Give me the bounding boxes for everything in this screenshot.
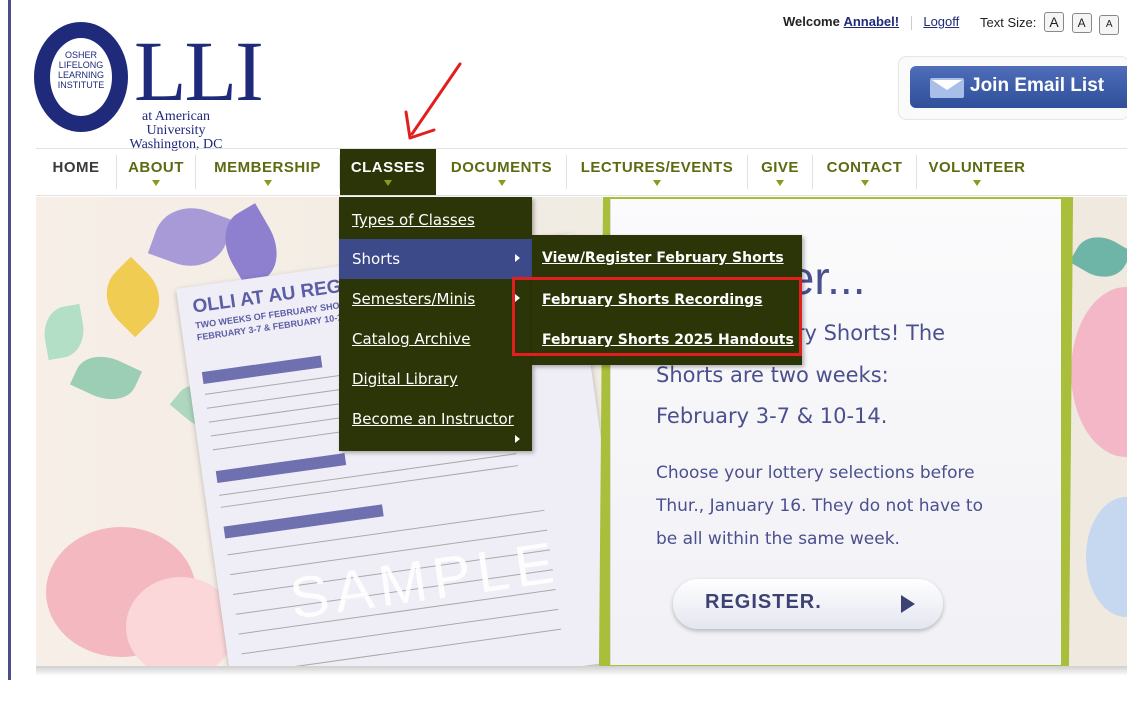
menu-item-become-an-instructor[interactable]: Become an Instructor — [339, 399, 532, 443]
menu-item-label: Semesters/Minis — [352, 290, 476, 308]
nav-lectures-events-label: LECTURES/EVENTS — [580, 159, 734, 176]
main-nav: HOME ABOUT MEMBERSHIP CLASSES DOCUMENTS … — [36, 148, 1127, 196]
promo-detail: Choose your lottery selections before — [656, 463, 975, 483]
menu-item-label: Become an Instructor — [352, 410, 514, 428]
dropdown-triangle-icon — [384, 180, 392, 186]
menu-item-shorts[interactable]: Shorts — [339, 239, 532, 279]
decorative-flower — [1071, 287, 1127, 457]
decorative-leaf — [69, 346, 143, 410]
nav-give[interactable]: GIVE — [748, 149, 812, 195]
promo-detail: be all within the same week. — [656, 529, 900, 549]
nav-contact[interactable]: CONTACT — [813, 149, 916, 195]
chevron-right-icon — [515, 254, 520, 262]
menu-item-label: Digital Library — [352, 370, 458, 388]
nav-volunteer-label: VOLUNTEER — [928, 159, 1026, 176]
text-size-small-button[interactable]: A — [1099, 15, 1120, 35]
divider — [910, 15, 912, 30]
decorative-leaf — [1069, 227, 1127, 287]
decorative-leaf — [39, 303, 89, 361]
register-button[interactable]: REGISTER. — [673, 579, 943, 629]
nav-give-label: GIVE — [761, 159, 799, 176]
promo-line: Shorts are two weeks: — [656, 363, 889, 387]
text-size-medium-button[interactable]: A — [1071, 13, 1092, 33]
form-line — [244, 628, 562, 667]
decorative-leaf — [147, 197, 235, 278]
nav-classes-label: CLASSES — [350, 159, 426, 176]
envelope-icon — [930, 78, 964, 98]
text-size-large-button[interactable]: A — [1043, 12, 1064, 32]
hero-shadow — [36, 666, 1127, 676]
decorative-flower — [1086, 497, 1127, 617]
logo-subtitle: at American University Washington, DC — [116, 110, 236, 152]
left-border — [8, 0, 11, 680]
play-arrow-icon — [901, 595, 915, 613]
menu-item-label: Catalog Archive — [352, 330, 471, 348]
menu-item-semesters-minis[interactable]: Semesters/Minis — [339, 279, 532, 319]
dropdown-triangle-icon — [860, 180, 869, 186]
text-size-label: Text Size: — [980, 15, 1037, 30]
olli-logo[interactable]: OSHER LIFELONG LEARNING INSTITUTE LLI at… — [34, 22, 274, 152]
nav-home-label: HOME — [52, 159, 100, 176]
nav-documents-label: DOCUMENTS — [450, 159, 553, 176]
dropdown-triangle-icon — [776, 180, 784, 186]
nav-home[interactable]: HOME — [36, 149, 116, 195]
logo-subtitle-line1: at American University — [141, 109, 211, 138]
red-highlight-annotation — [512, 277, 802, 356]
nav-volunteer[interactable]: VOLUNTEER — [917, 149, 1037, 195]
butterfly-icon — [92, 256, 174, 338]
logoff-link[interactable]: Logoff — [923, 14, 959, 29]
logo-o-text: OSHER LIFELONG LEARNING INSTITUTE — [46, 50, 116, 90]
welcome-text: Welcome — [783, 14, 840, 29]
nav-about-label: ABOUT — [128, 159, 184, 176]
sample-watermark: SAMPLE — [285, 529, 564, 632]
nav-classes[interactable]: CLASSES — [340, 149, 436, 195]
submenu-item-view-register-february-shorts[interactable]: View/Register February Shorts — [532, 237, 802, 277]
form-section-header — [215, 453, 347, 484]
logo-o-line: LEARNING — [57, 70, 104, 80]
classes-dropdown-menu: Types of Classes Shorts Semesters/Minis … — [339, 197, 532, 451]
logo-letters: LLI — [134, 23, 264, 119]
nav-about[interactable]: ABOUT — [117, 149, 195, 195]
nav-contact-label: CONTACT — [826, 159, 903, 176]
promo-line: February 3-7 & 10-14. — [656, 404, 888, 428]
menu-item-label: Types of Classes — [352, 211, 475, 229]
join-email-list-button[interactable]: Join Email List — [910, 66, 1127, 108]
dropdown-triangle-icon — [263, 180, 272, 186]
logo-o-line: LIFELONG — [58, 60, 104, 70]
menu-item-types-of-classes[interactable]: Types of Classes — [339, 200, 532, 240]
dropdown-triangle-icon — [152, 180, 160, 186]
join-email-label: Join Email List — [970, 75, 1105, 96]
nav-membership[interactable]: MEMBERSHIP — [196, 149, 339, 195]
nav-membership-label: MEMBERSHIP — [214, 159, 321, 176]
dropdown-triangle-icon — [497, 180, 506, 186]
menu-item-label: Shorts — [352, 250, 401, 268]
menu-item-digital-library[interactable]: Digital Library — [339, 359, 532, 399]
chevron-right-icon — [515, 435, 520, 443]
user-name-link[interactable]: Annabel! — [843, 14, 899, 29]
form-section-header — [223, 504, 384, 539]
promo-detail: Thur., January 16. They do not have to — [656, 496, 983, 516]
dropdown-triangle-icon — [653, 180, 661, 186]
logo-o-line: INSTITUTE — [57, 80, 105, 90]
promo-line: ary Shorts! The — [783, 321, 946, 345]
dropdown-triangle-icon — [973, 180, 981, 186]
submenu-item-label: View/Register February Shorts — [542, 250, 784, 266]
menu-item-catalog-archive[interactable]: Catalog Archive — [339, 319, 532, 359]
nav-lectures-events[interactable]: LECTURES/EVENTS — [567, 149, 747, 195]
annotation-arrow-icon — [404, 62, 462, 140]
register-label: REGISTER. — [705, 591, 822, 613]
logo-o-line: OSHER — [64, 50, 97, 60]
welcome-bar: Welcome Annabel! Logoff — [783, 14, 959, 30]
nav-documents[interactable]: DOCUMENTS — [437, 149, 566, 195]
text-size-control: Text Size: A A A — [980, 12, 1120, 35]
